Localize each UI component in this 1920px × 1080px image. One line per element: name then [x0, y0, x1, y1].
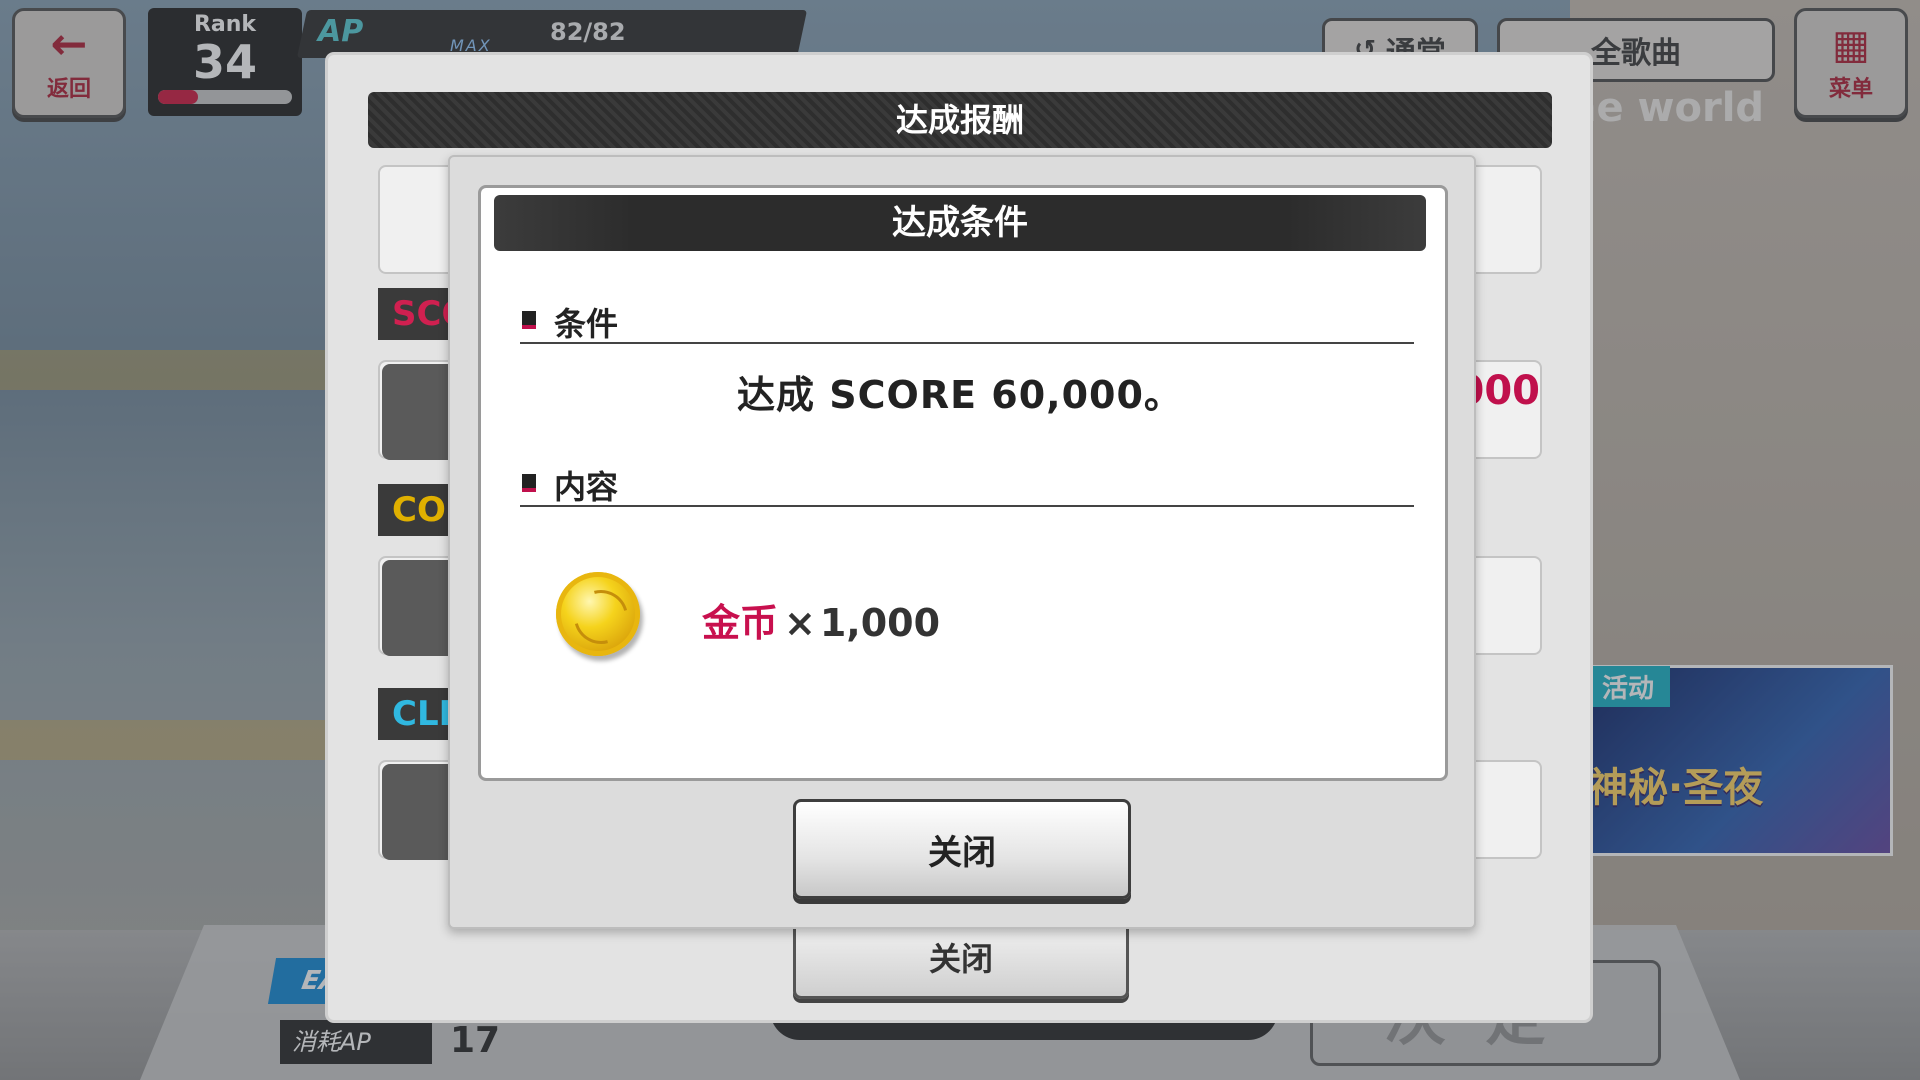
reward-quantity: 1,000 [819, 601, 941, 645]
rewards-modal-title: 达成报酬 [368, 92, 1552, 148]
bullet-square-icon [522, 474, 536, 492]
content-heading: 内容 [554, 468, 619, 506]
reward-line: 金币 × 1,000 [702, 592, 940, 647]
reward-multiplier: × [784, 601, 816, 645]
content-section-header: 内容 [520, 465, 1414, 507]
reward-name: 金币 [702, 601, 779, 645]
outer-close-label: 关闭 [928, 940, 993, 978]
close-button[interactable]: 关闭 [793, 799, 1131, 899]
condition-section-header: 条件 [520, 302, 1414, 344]
close-button-label: 关闭 [928, 832, 996, 873]
condition-text: 达成 SCORE 60,000。 [737, 373, 1183, 417]
bullet-square-icon [522, 311, 536, 329]
gold-coin-icon [556, 572, 640, 656]
condition-dialog-title: 达成条件 [494, 195, 1426, 251]
condition-heading: 条件 [554, 305, 619, 343]
